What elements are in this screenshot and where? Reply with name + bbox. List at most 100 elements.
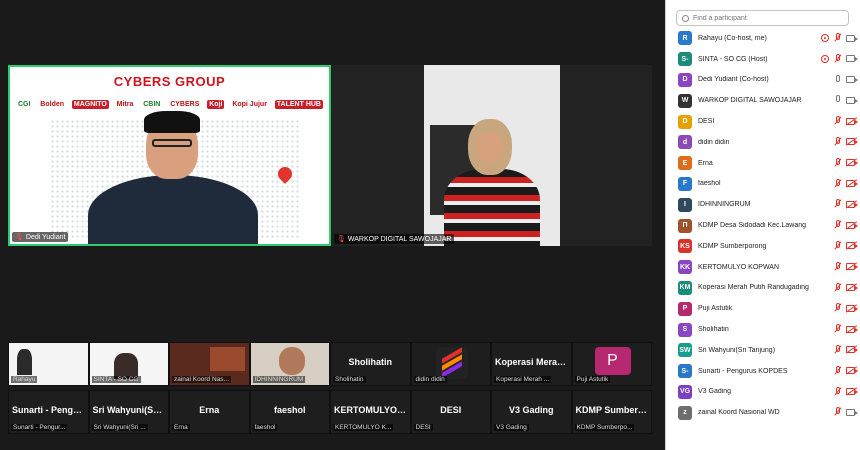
participant-row[interactable]: Ffaeshol — [666, 174, 860, 195]
participant-status-icons — [834, 199, 858, 209]
camera-icon[interactable] — [846, 76, 858, 84]
mic-muted-icon[interactable] — [834, 116, 841, 126]
participant-row[interactable]: D Dedi Yudiant (Co-host) — [666, 70, 860, 91]
participant-avatar: F — [678, 176, 692, 191]
mic-icon[interactable] — [834, 95, 841, 105]
participant-status-icons — [834, 95, 858, 105]
mic-muted-icon[interactable] — [834, 53, 841, 64]
mic-muted-icon[interactable] — [834, 344, 841, 355]
participant-row[interactable]: W WARKOP DIGITAL SAWOJAJAR — [666, 90, 860, 111]
gallery-tile[interactable]: DESI DESI — [410, 390, 491, 434]
participant-row[interactable]: P Puji Astutik — [666, 298, 860, 319]
participant-name: KERTOMULYO KOPWAN — [698, 263, 780, 271]
mic-muted-icon[interactable] — [834, 386, 841, 397]
participant-name-tag: 🎙 Dedi Yudiant — [12, 232, 69, 242]
participant-row[interactable]: S Sholihatin — [666, 319, 860, 340]
camera-icon[interactable] — [846, 55, 858, 63]
participant-row[interactable]: SW Sri Wahyuni(Sri Tanjung) — [666, 340, 860, 361]
participant-row[interactable]: z zainal Koord Nasional WD — [666, 402, 860, 423]
participant-name: Puji Astutik — [698, 305, 733, 313]
camera-off-icon[interactable] — [846, 159, 858, 167]
gallery-tile[interactable]: KDMP Sumberp... KDMP Sumberpo... — [571, 390, 652, 434]
gallery-tile[interactable]: Sri Wahyuni(Sri... Sri Wahyuni(Sri ... — [88, 390, 169, 434]
camera-icon[interactable] — [846, 34, 858, 42]
participant-avatar: z — [678, 405, 692, 420]
mic-muted-icon[interactable] — [834, 407, 841, 417]
gallery-tile[interactable]: zainal Koord Nas... — [169, 342, 250, 386]
gallery-strip-bottom: Sunarti - Pengu... Sunarti - Pengur... S… — [8, 390, 652, 434]
mic-muted-icon[interactable] — [834, 282, 841, 293]
active-speaker-tile[interactable]: CYBERS GROUP CGI Bolden MAGNITO Mitra CB… — [8, 65, 331, 246]
camera-off-icon[interactable] — [846, 200, 858, 208]
participant-row[interactable]: П KDMP Desa Sidodadi Kec.Lawang — [666, 215, 860, 236]
participant-search-input[interactable] — [693, 14, 843, 22]
mic-muted-icon[interactable] — [834, 240, 841, 251]
mic-muted-icon[interactable] — [834, 178, 841, 189]
camera-off-icon[interactable] — [846, 117, 858, 125]
participant-name: DESI — [698, 118, 715, 126]
participant-video-tile[interactable]: 🎙 WARKOP DIGITAL SAWOJAJAR — [332, 65, 652, 246]
participant-row[interactable]: S- SINTA - SO CG (Host) — [666, 49, 860, 70]
participant-row[interactable]: d didin didin — [666, 132, 860, 153]
participant-avatar: П — [678, 218, 692, 233]
participant-avatar: SW — [678, 343, 692, 358]
participant-row[interactable]: VG V3 Gading — [666, 382, 860, 403]
mic-muted-icon[interactable] — [834, 199, 841, 209]
camera-off-icon[interactable] — [846, 180, 858, 188]
gallery-tile[interactable]: Sunarti - Pengu... Sunarti - Pengur... — [8, 390, 89, 434]
participant-row[interactable]: KS KDMP Sumberporong — [666, 236, 860, 257]
participant-row[interactable]: I IDHINNINGRUM — [666, 194, 860, 215]
participant-search[interactable] — [676, 10, 849, 26]
sponsor-logo: Koji — [207, 99, 225, 109]
camera-off-icon[interactable] — [846, 263, 858, 271]
camera-icon[interactable] — [846, 96, 858, 104]
camera-off-icon[interactable] — [846, 346, 858, 354]
participant-row[interactable]: KK KERTOMULYO KOPWAN — [666, 257, 860, 278]
gallery-tile[interactable]: didin didin — [410, 342, 491, 386]
gallery-tile[interactable]: Koperasi Merah... Koperasi Merah ... — [491, 342, 572, 386]
search-icon — [682, 14, 689, 22]
mic-muted-icon[interactable] — [834, 261, 841, 272]
mic-muted-icon[interactable] — [834, 220, 841, 230]
gallery-tile[interactable]: KERTOMULYO K... KERTOMULYO K... — [330, 390, 411, 434]
participant-row[interactable]: E Erna — [666, 153, 860, 174]
participant-row[interactable]: R Rahayu (Co-host, me) — [666, 28, 860, 49]
gallery-tile[interactable]: IDHINNINGRUM — [249, 342, 330, 386]
mic-icon[interactable] — [834, 74, 841, 85]
recording-icon — [821, 54, 829, 63]
participant-row[interactable]: D DESI — [666, 111, 860, 132]
participant-name-tag: 🎙 WARKOP DIGITAL SAWOJAJAR — [334, 234, 455, 244]
gallery-tile[interactable]: Sholihatin Sholihatin — [330, 342, 411, 386]
mic-muted-icon[interactable] — [834, 157, 841, 168]
participant-name: Rahayu (Co-host, me) — [698, 34, 767, 42]
participant-name: zainal Koord Nasional WD — [698, 409, 780, 417]
gallery-tile[interactable]: P Puji Astutik — [571, 342, 652, 386]
camera-off-icon[interactable] — [846, 284, 858, 292]
participant-name: Sunarti - Pengurus KOPDES — [698, 367, 788, 375]
participant-avatar: S- — [678, 364, 692, 379]
camera-off-icon[interactable] — [846, 325, 858, 333]
speaker-video — [88, 109, 258, 244]
gallery-tile[interactable]: SINTA - SO CG — [88, 342, 169, 386]
sponsor-logo: Bolden — [38, 99, 67, 109]
participant-row[interactable]: KM Koperasi Merah Putih Randugading — [666, 278, 860, 299]
mic-muted-icon[interactable] — [834, 136, 841, 147]
camera-off-icon[interactable] — [846, 138, 858, 146]
camera-off-icon[interactable] — [846, 367, 858, 375]
participant-row[interactable]: S- Sunarti - Pengurus KOPDES — [666, 361, 860, 382]
camera-off-icon[interactable] — [846, 304, 858, 312]
camera-icon[interactable] — [846, 408, 858, 416]
mic-muted-icon[interactable] — [834, 303, 841, 313]
mic-muted-icon[interactable] — [834, 365, 841, 376]
camera-off-icon[interactable] — [846, 242, 858, 250]
gallery-tile[interactable]: Rahayu — [8, 342, 89, 386]
camera-off-icon[interactable] — [846, 388, 858, 396]
participant-status-icons — [834, 220, 858, 230]
gallery-tile[interactable]: faeshol faeshol — [249, 390, 330, 434]
mic-muted-icon[interactable] — [834, 33, 841, 43]
gallery-tile[interactable]: V3 Gading V3 Gading — [491, 390, 572, 434]
camera-off-icon[interactable] — [846, 221, 858, 229]
sponsor-logo: CYBERS — [168, 99, 202, 109]
mic-muted-icon[interactable] — [834, 324, 841, 334]
gallery-tile[interactable]: Erna Erna — [169, 390, 250, 434]
